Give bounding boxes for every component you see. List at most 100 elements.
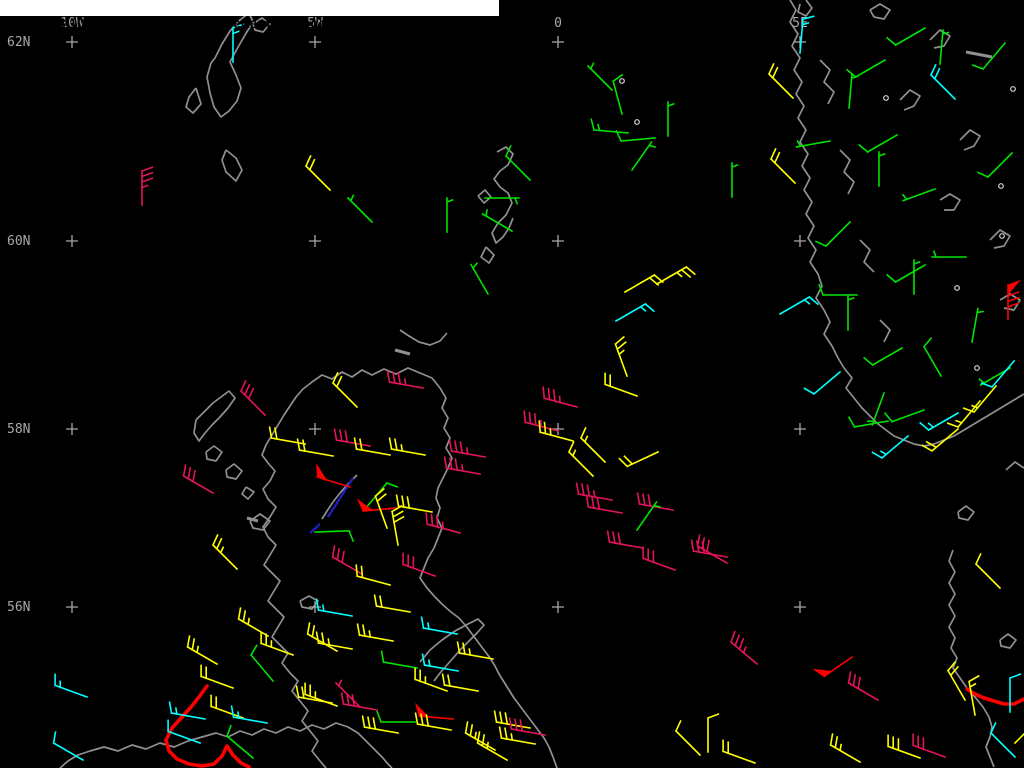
wind-barb xyxy=(921,427,960,453)
coastline xyxy=(241,486,255,500)
wind-barb xyxy=(674,719,702,757)
wind-barb xyxy=(655,265,696,286)
coastline xyxy=(185,87,202,114)
wind-barb xyxy=(931,250,967,259)
wind-barb xyxy=(239,379,267,417)
wind-barb xyxy=(376,710,416,724)
wind-barb xyxy=(52,731,85,762)
wind-barb xyxy=(414,712,452,731)
coastline xyxy=(999,633,1017,649)
coastline xyxy=(399,329,448,346)
title-bar: SAM 03.10.09 12:00 UTC Bodenwettermeldun… xyxy=(0,0,500,31)
graticule-cross xyxy=(66,36,78,48)
wind-barb xyxy=(304,154,332,192)
coastline xyxy=(839,149,855,195)
wind-barb xyxy=(456,641,494,660)
wind-barb xyxy=(316,476,351,488)
coastline xyxy=(419,618,485,682)
wind-barb xyxy=(186,635,219,666)
coastline xyxy=(789,0,1024,447)
wind-barb xyxy=(912,733,947,759)
latitude-label: 60N xyxy=(7,234,30,249)
wind-barb xyxy=(729,630,759,666)
wind-barb xyxy=(395,494,433,513)
coastline xyxy=(477,189,492,204)
coastline xyxy=(797,0,813,17)
wind-barb xyxy=(630,140,656,172)
wind-barb xyxy=(469,262,490,296)
wind-barb xyxy=(912,259,921,295)
wind-barb xyxy=(901,187,937,202)
wind-barb xyxy=(441,673,479,692)
graticule-cross xyxy=(552,235,564,247)
wind-barb-pennant xyxy=(356,498,374,512)
coastline xyxy=(480,246,495,264)
wind-barb xyxy=(886,263,927,284)
coastline xyxy=(819,59,835,105)
longitude-label: 0 xyxy=(554,16,562,31)
graticule-cross xyxy=(66,601,78,613)
graticule-cross xyxy=(309,423,321,435)
calm-station xyxy=(619,78,625,84)
wind-barb xyxy=(363,481,399,511)
wind-barb xyxy=(373,594,411,613)
wind-barb xyxy=(636,492,674,511)
graticule-cross xyxy=(66,235,78,247)
wind-barb xyxy=(448,439,486,458)
wind-barb xyxy=(575,482,613,501)
wind-barb xyxy=(230,705,268,724)
wind-barb xyxy=(696,534,729,565)
coast-dash xyxy=(965,50,993,59)
wind-barb xyxy=(476,731,509,762)
wind-barb xyxy=(355,564,391,586)
wind-barb xyxy=(523,410,559,432)
wind-barb xyxy=(818,283,858,297)
wind-barb xyxy=(730,162,739,198)
wind-barb xyxy=(803,370,842,396)
wind-barb xyxy=(391,504,405,546)
wind-barb xyxy=(388,437,426,456)
wind-barb xyxy=(315,631,353,650)
map-title: SAM 03.10.09 12:00 UTC Bodenwettermeldun… xyxy=(17,16,495,31)
coastline xyxy=(879,319,891,343)
coastline xyxy=(989,229,1011,249)
weather-map-window: 10W5W05E62N60N58N56N SAM 03.10.09 12:00 … xyxy=(0,0,1024,768)
wind-barb xyxy=(886,26,927,47)
wind-barb xyxy=(846,295,855,331)
wind-barb xyxy=(847,671,880,702)
wind-barb xyxy=(883,408,926,423)
wind-barb xyxy=(296,438,334,457)
wind-barb xyxy=(414,667,449,693)
wind-barb xyxy=(54,673,89,699)
calm-station xyxy=(634,119,640,125)
wind-barb xyxy=(314,529,355,543)
wind-barb xyxy=(847,416,889,428)
wind-barb xyxy=(614,302,655,323)
calm-station xyxy=(999,233,1005,239)
coastline xyxy=(957,505,975,521)
coastline xyxy=(491,146,514,244)
calm-station xyxy=(883,95,889,101)
coastline xyxy=(899,89,921,111)
wind-barb xyxy=(822,655,854,678)
coastline xyxy=(999,293,1021,311)
wind-barb xyxy=(848,73,859,109)
wind-barb xyxy=(493,710,531,729)
wind-barb xyxy=(295,685,333,704)
coastline xyxy=(193,390,236,442)
wind-barb xyxy=(590,118,629,134)
wind-barb xyxy=(421,653,459,672)
graticule-cross xyxy=(794,235,806,247)
wind-barb xyxy=(962,384,998,414)
wind-barb xyxy=(356,623,394,642)
graticule-cross xyxy=(552,601,564,613)
coastline xyxy=(221,149,243,182)
wind-barb xyxy=(606,530,644,549)
wind-barb xyxy=(260,631,295,657)
wind-barb xyxy=(464,721,497,752)
wind-barb xyxy=(237,607,270,638)
wind-barb xyxy=(542,386,578,408)
wind-barb xyxy=(425,512,461,534)
graticule-cross xyxy=(794,601,806,613)
wind-barb xyxy=(331,371,359,409)
